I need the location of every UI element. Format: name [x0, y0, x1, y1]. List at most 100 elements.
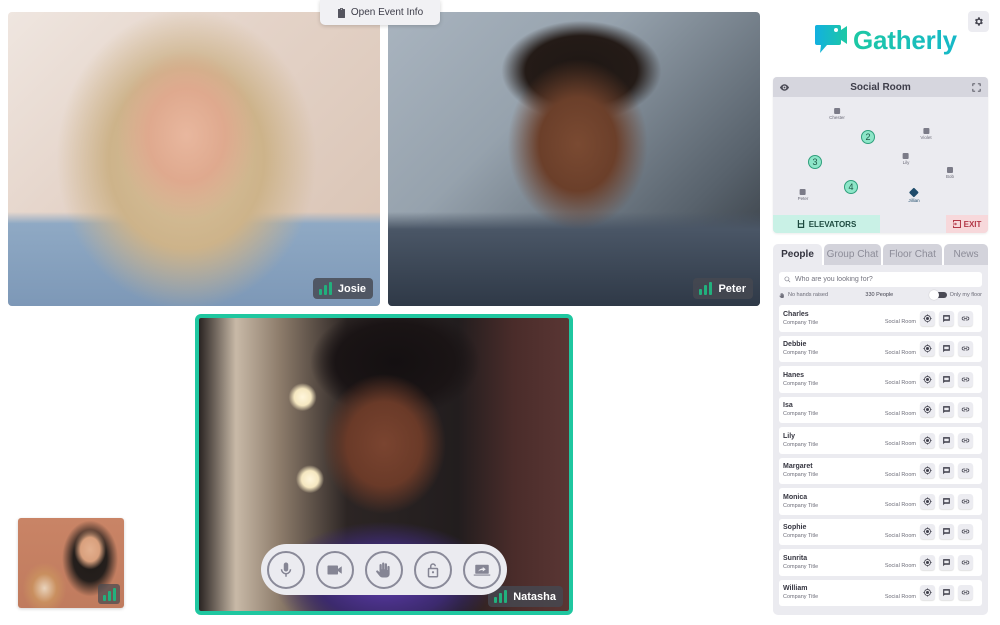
microphone-button[interactable]: [267, 550, 305, 589]
locate-person-button[interactable]: [920, 585, 935, 601]
person-name: Charles: [783, 310, 809, 318]
link-icon: [961, 346, 970, 351]
tab-news[interactable]: News: [944, 244, 988, 265]
person-title: Company Title: [783, 594, 819, 601]
raise-hand-button[interactable]: [365, 550, 403, 589]
locate-person-button[interactable]: [920, 341, 935, 357]
room-footer: ELEVATORS EXIT: [773, 215, 988, 233]
person-name: Isa: [783, 402, 793, 410]
locate-icon: [923, 497, 932, 506]
only-my-floor-toggle[interactable]: [928, 290, 947, 300]
person-row[interactable]: Margaret Company Title Social Room: [779, 457, 982, 484]
locate-icon: [923, 436, 932, 445]
message-person-button[interactable]: [939, 554, 954, 570]
map-person[interactable]: Bob: [946, 167, 954, 179]
message-person-button[interactable]: [939, 402, 954, 418]
link-person-button[interactable]: [958, 585, 973, 601]
participant-name: Peter: [718, 282, 746, 295]
table-marker[interactable]: 2: [861, 130, 875, 144]
tab-floor-chat[interactable]: Floor Chat: [883, 244, 942, 265]
table-marker[interactable]: 4: [844, 180, 858, 194]
link-person-button[interactable]: [958, 432, 973, 448]
person-row[interactable]: Monica Company Title Social Room: [779, 488, 982, 515]
map-person[interactable]: Peter: [798, 189, 808, 201]
locate-person-button[interactable]: [920, 524, 935, 540]
link-person-button[interactable]: [958, 310, 973, 326]
person-name: Margaret: [783, 463, 813, 471]
participant-name-tag: Natasha: [488, 586, 563, 607]
chat-icon: [943, 406, 950, 414]
link-person-button[interactable]: [958, 402, 973, 418]
person-row[interactable]: Charles Company Title Social Room: [779, 305, 982, 332]
elevators-button[interactable]: ELEVATORS: [773, 215, 880, 233]
locate-person-button[interactable]: [920, 432, 935, 448]
locate-person-button[interactable]: [920, 493, 935, 509]
exit-button[interactable]: EXIT: [946, 215, 988, 233]
person-row[interactable]: Lily Company Title Social Room: [779, 427, 982, 454]
link-person-button[interactable]: [958, 463, 973, 479]
message-person-button[interactable]: [939, 585, 954, 601]
brand-name: Gatherly: [853, 24, 957, 55]
eye-icon[interactable]: [779, 82, 790, 93]
map-person[interactable]: Chester: [829, 108, 845, 120]
message-person-button[interactable]: [939, 493, 954, 509]
locate-person-button[interactable]: [920, 402, 935, 418]
tab-group-chat[interactable]: Group Chat: [824, 244, 881, 265]
message-person-button[interactable]: [939, 371, 954, 387]
participant-name: Natasha: [513, 590, 556, 603]
locate-person-button[interactable]: [920, 554, 935, 570]
locate-icon: [923, 375, 932, 384]
person-row[interactable]: Debbie Company Title Social Room: [779, 335, 982, 362]
person-row[interactable]: Hanes Company Title Social Room: [779, 366, 982, 393]
link-person-button[interactable]: [958, 371, 973, 387]
self-view-video[interactable]: [18, 518, 124, 608]
message-person-button[interactable]: [939, 524, 954, 540]
chat-icon: [943, 375, 950, 383]
chat-icon: [943, 467, 950, 475]
message-person-button[interactable]: [939, 432, 954, 448]
locate-person-button[interactable]: [920, 371, 935, 387]
share-screen-button[interactable]: [463, 550, 501, 589]
video-tile-josie[interactable]: Josie: [8, 12, 380, 306]
people-count: 330 People: [865, 292, 894, 298]
link-person-button[interactable]: [958, 524, 973, 540]
person-name: Hanes: [783, 371, 805, 379]
clipboard-icon: [337, 7, 345, 18]
message-person-button[interactable]: [939, 463, 954, 479]
people-search[interactable]: [779, 272, 982, 287]
table-marker[interactable]: 3: [808, 155, 822, 169]
person-row[interactable]: William Company Title Social Room: [779, 579, 982, 606]
map-person[interactable]: Violet: [920, 128, 932, 140]
map-person[interactable]: Lily: [903, 153, 909, 165]
link-person-button[interactable]: [958, 493, 973, 509]
locate-person-button[interactable]: [920, 310, 935, 326]
person-room: Social Room: [884, 532, 916, 539]
person-room: Social Room: [884, 471, 916, 478]
tab-people[interactable]: People: [773, 244, 822, 265]
camera-button[interactable]: [316, 550, 354, 589]
person-row[interactable]: Isa Company Title Social Room: [779, 396, 982, 423]
room-map[interactable]: Chester Violet Lily Bob Peter Jillian 2 …: [773, 97, 988, 215]
open-event-info-button[interactable]: Open Event Info: [320, 0, 440, 25]
message-person-button[interactable]: [939, 341, 954, 357]
person-row[interactable]: Sunrita Company Title Social Room: [779, 549, 982, 576]
chat-icon: [943, 436, 950, 444]
settings-button[interactable]: [968, 11, 989, 32]
people-search-input[interactable]: [795, 276, 977, 283]
person-name: Debbie: [783, 341, 807, 349]
message-person-button[interactable]: [939, 310, 954, 326]
person-title: Company Title: [783, 502, 819, 509]
locate-person-button[interactable]: [920, 463, 935, 479]
link-person-button[interactable]: [958, 341, 973, 357]
fullscreen-icon[interactable]: [971, 82, 982, 93]
locate-icon: [923, 558, 932, 567]
person-room: Social Room: [884, 593, 916, 600]
lock-button[interactable]: [414, 550, 452, 589]
map-person-me[interactable]: Jillian: [908, 187, 920, 203]
chat-icon: [943, 497, 950, 505]
video-tile-peter[interactable]: Peter: [388, 12, 760, 306]
person-title: Company Title: [783, 380, 819, 387]
person-row[interactable]: Sophie Company Title Social Room: [779, 518, 982, 545]
locate-icon: [923, 344, 932, 353]
link-person-button[interactable]: [958, 554, 973, 570]
